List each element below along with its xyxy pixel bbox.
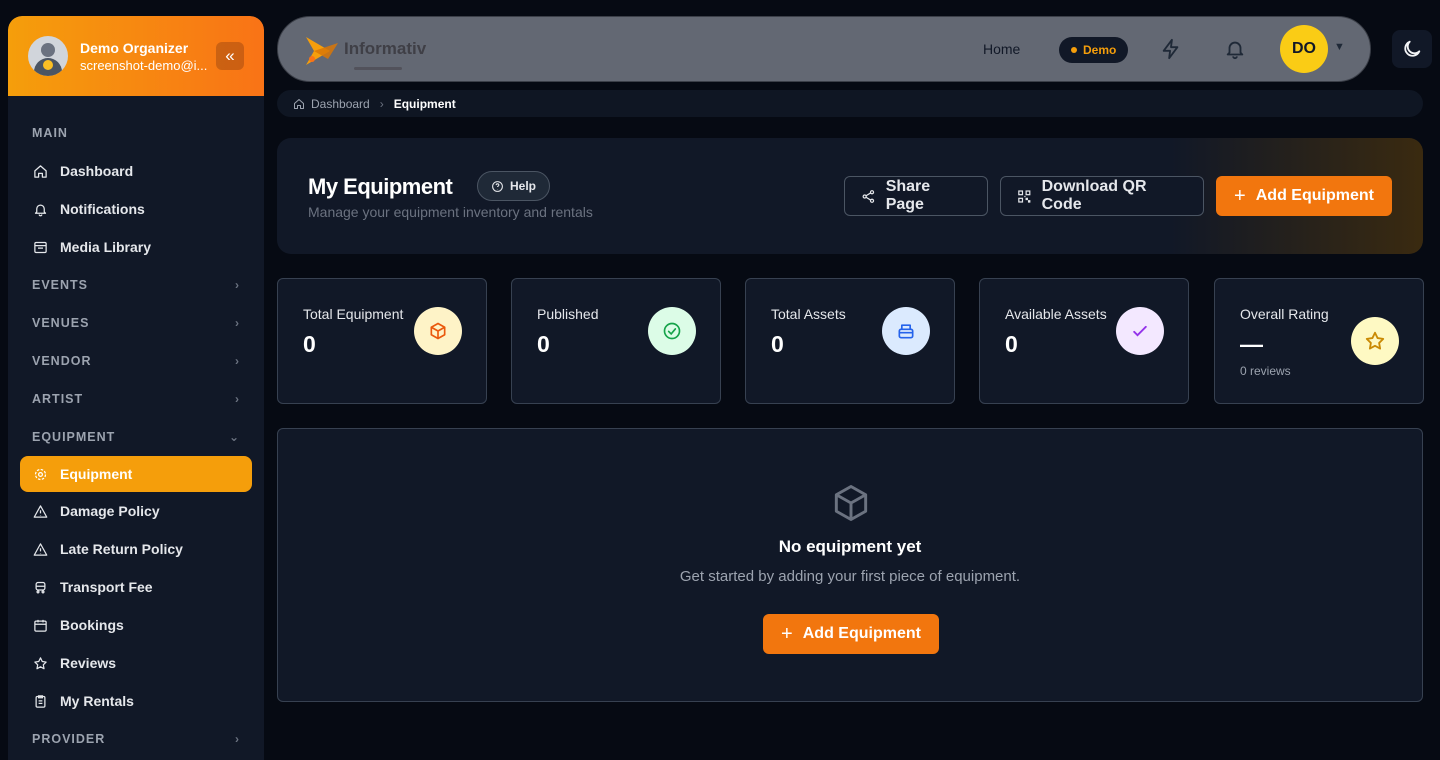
section-vendor[interactable]: VENDOR › bbox=[8, 342, 264, 380]
chevron-right-icon: › bbox=[235, 732, 240, 746]
share-icon bbox=[862, 189, 875, 203]
star-icon bbox=[32, 655, 48, 671]
avatar bbox=[28, 36, 68, 76]
sidebar-item-media-library[interactable]: Media Library bbox=[8, 228, 264, 266]
sidebar-item-reviews[interactable]: Reviews bbox=[8, 644, 264, 682]
image-icon bbox=[32, 239, 48, 255]
empty-state-title: No equipment yet bbox=[778, 537, 922, 556]
stat-card-published: Published 0 bbox=[511, 278, 721, 404]
user-name: Demo Organizer bbox=[80, 39, 189, 56]
stat-card-total-equipment: Total Equipment 0 bbox=[277, 278, 487, 404]
page-header: My Equipment Help Manage your equipment … bbox=[277, 138, 1423, 254]
bolt-icon[interactable] bbox=[1160, 38, 1182, 65]
sidebar-nav: MAIN Dashboard Notifications Media Libra… bbox=[8, 96, 264, 758]
stat-label: Available Assets bbox=[1005, 306, 1107, 322]
double-chevron-left-icon: « bbox=[225, 46, 235, 65]
user-email: screenshot-demo@i... bbox=[80, 57, 208, 73]
top-navbar: Informativ Home Demo DO ▼ bbox=[277, 16, 1371, 82]
bell-icon bbox=[32, 201, 48, 217]
check-icon bbox=[1116, 307, 1164, 355]
qr-code-icon bbox=[1018, 189, 1031, 203]
page-title: My Equipment bbox=[308, 174, 453, 199]
stat-label: Published bbox=[537, 306, 599, 322]
warning-icon bbox=[32, 503, 48, 519]
stat-card-overall-rating: Overall Rating — 0 reviews bbox=[1214, 278, 1424, 404]
chevron-down-icon[interactable]: ▼ bbox=[1334, 41, 1345, 53]
gear-icon bbox=[32, 466, 48, 482]
check-circle-icon bbox=[648, 307, 696, 355]
stat-value: 0 bbox=[1005, 331, 1018, 357]
moon-icon bbox=[1404, 40, 1421, 57]
stat-value: 0 bbox=[303, 331, 316, 357]
notifications-bell-icon[interactable] bbox=[1224, 38, 1246, 65]
collapse-sidebar-button[interactable]: « bbox=[216, 42, 244, 70]
chevron-right-icon: › bbox=[235, 354, 240, 368]
user-avatar[interactable]: DO bbox=[1280, 25, 1328, 73]
sidebar-item-dashboard[interactable]: Dashboard bbox=[8, 152, 264, 190]
breadcrumb-home[interactable]: Dashboard bbox=[293, 97, 370, 111]
chevron-right-icon: › bbox=[235, 392, 240, 406]
stat-label: Overall Rating bbox=[1240, 306, 1329, 322]
sidebar-item-bookings[interactable]: Bookings bbox=[8, 606, 264, 644]
stat-label: Total Assets bbox=[771, 306, 846, 322]
section-artist[interactable]: ARTIST › bbox=[8, 380, 264, 418]
help-circle-icon bbox=[492, 180, 503, 192]
chevron-right-icon: › bbox=[235, 278, 240, 292]
home-icon bbox=[294, 98, 304, 109]
status-dot-icon bbox=[1071, 47, 1077, 53]
breadcrumb-current: Equipment bbox=[393, 96, 456, 111]
stat-card-available-assets: Available Assets 0 bbox=[979, 278, 1189, 404]
sidebar-item-notifications[interactable]: Notifications bbox=[8, 190, 264, 228]
empty-state-text: Get started by adding your first piece o… bbox=[679, 568, 1021, 585]
section-events[interactable]: EVENTS › bbox=[8, 266, 264, 304]
chevron-right-icon: › bbox=[235, 316, 240, 330]
sidebar-item-transport-fee[interactable]: Transport Fee bbox=[8, 568, 264, 606]
help-button[interactable]: Help bbox=[477, 171, 551, 201]
logo-text: Informativ bbox=[344, 39, 427, 58]
box-icon bbox=[414, 307, 462, 355]
section-provider[interactable]: PROVIDER › bbox=[8, 720, 264, 758]
box-icon bbox=[829, 481, 873, 530]
stat-value: 0 bbox=[771, 331, 784, 357]
demo-badge: Demo bbox=[1059, 37, 1129, 63]
section-main: MAIN bbox=[32, 126, 68, 140]
empty-state: No equipment yet Get started by adding y… bbox=[277, 428, 1423, 702]
plus-icon: + bbox=[781, 623, 793, 645]
stat-value: — bbox=[1240, 331, 1263, 357]
stat-card-total-assets: Total Assets 0 bbox=[745, 278, 955, 404]
download-qr-button[interactable]: Download QR Code bbox=[1000, 176, 1204, 216]
empty-add-equipment-button[interactable]: + Add Equipment bbox=[763, 614, 939, 654]
home-link[interactable]: Home bbox=[983, 41, 1020, 57]
reviews-count: 0 reviews bbox=[1240, 364, 1291, 378]
sidebar-item-equipment[interactable]: Equipment bbox=[20, 456, 252, 492]
add-equipment-button[interactable]: + Add Equipment bbox=[1216, 176, 1392, 216]
chevron-down-icon: ⌄ bbox=[228, 430, 240, 444]
section-venues[interactable]: VENUES › bbox=[8, 304, 264, 342]
calendar-icon bbox=[32, 617, 48, 633]
truck-icon bbox=[32, 579, 48, 595]
stat-label: Total Equipment bbox=[303, 306, 404, 322]
section-equipment[interactable]: EQUIPMENT ⌄ bbox=[8, 418, 264, 456]
logo[interactable]: Informativ bbox=[300, 29, 460, 73]
clipboard-icon bbox=[32, 693, 48, 709]
archive-icon bbox=[882, 307, 930, 355]
warning-icon bbox=[32, 541, 48, 557]
star-icon bbox=[1351, 317, 1399, 365]
logo-icon bbox=[306, 37, 338, 65]
sidebar-item-my-rentals[interactable]: My Rentals bbox=[8, 682, 264, 720]
breadcrumb: Dashboard › Equipment bbox=[277, 90, 1423, 117]
user-card[interactable]: Demo Organizer screenshot-demo@i... « bbox=[8, 16, 264, 96]
page-subtitle: Manage your equipment inventory and rent… bbox=[308, 204, 593, 220]
theme-toggle-button[interactable] bbox=[1392, 30, 1432, 68]
sidebar-item-late-return-policy[interactable]: Late Return Policy bbox=[8, 530, 264, 568]
stat-value: 0 bbox=[537, 331, 550, 357]
plus-icon: + bbox=[1234, 185, 1246, 207]
sidebar: Demo Organizer screenshot-demo@i... « MA… bbox=[8, 16, 264, 760]
chevron-right-icon: › bbox=[379, 96, 384, 111]
home-icon bbox=[32, 163, 48, 179]
sidebar-item-damage-policy[interactable]: Damage Policy bbox=[8, 492, 264, 530]
share-page-button[interactable]: Share Page bbox=[844, 176, 988, 216]
